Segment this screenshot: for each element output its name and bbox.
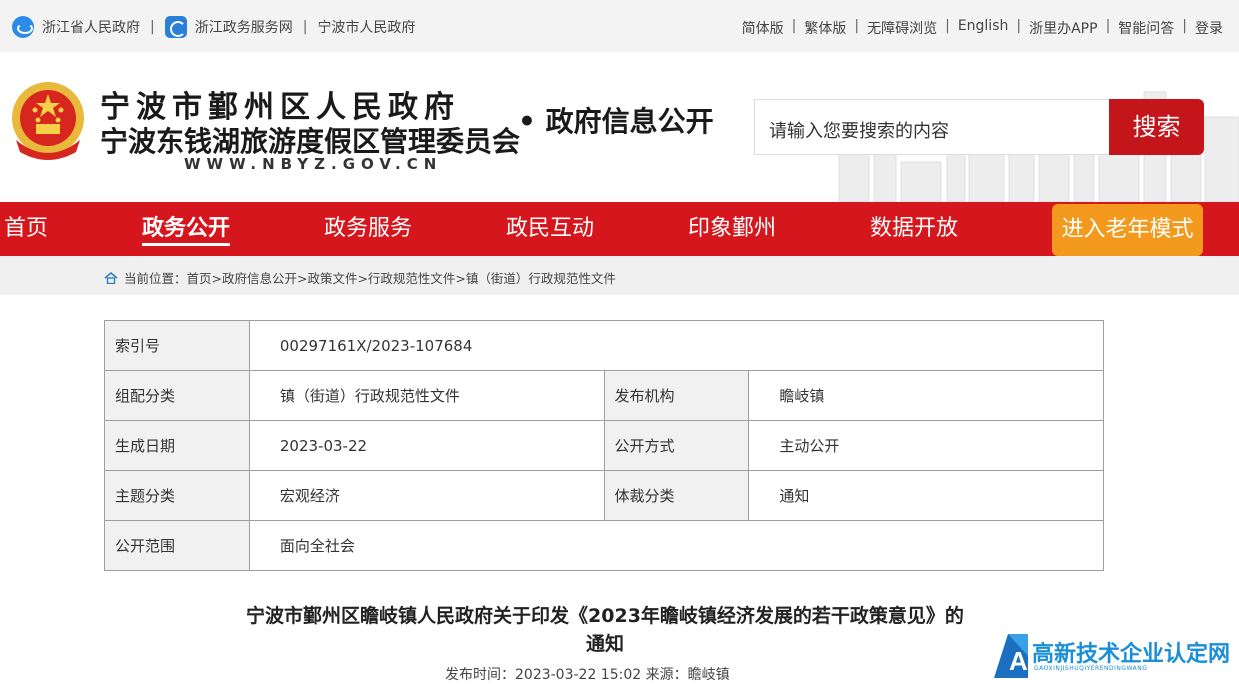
link-qa[interactable]: 智能问答 xyxy=(1118,18,1174,38)
category-value: 镇（街道）行政规范性文件 xyxy=(248,370,605,421)
elder-mode-button[interactable]: 进入老年模式 xyxy=(1052,204,1203,256)
nav-home[interactable]: 首页 xyxy=(4,202,48,256)
section-title: • 政府信息公开 xyxy=(518,105,714,138)
link-ningbo-gov[interactable]: 宁波市人民政府 xyxy=(317,17,415,37)
topic-label: 主题分类 xyxy=(104,470,250,521)
search-button[interactable]: 搜索 xyxy=(1109,99,1204,155)
table-row: 公开范围 面向全社会 xyxy=(104,520,1105,571)
link-login[interactable]: 登录 xyxy=(1195,18,1223,38)
svg-text:A: A xyxy=(1009,646,1028,676)
scope-label: 公开范围 xyxy=(104,520,250,571)
nav-open-data[interactable]: 数据开放 xyxy=(870,202,958,256)
table-row: 索引号 00297161X/2023-107684 xyxy=(104,320,1105,371)
issuer-label: 发布机构 xyxy=(603,370,750,421)
separator: | xyxy=(1016,18,1022,34)
link-simplified[interactable]: 简体版 xyxy=(742,18,784,38)
document-meta: 发布时间：2023-03-22 15:02 来源：瞻岐镇 xyxy=(445,667,730,683)
disclosure-label: 公开方式 xyxy=(603,420,750,471)
table-row: 主题分类 宏观经济 体裁分类 通知 xyxy=(104,470,1104,521)
genre-value: 通知 xyxy=(748,470,1104,521)
separator: | xyxy=(791,18,797,34)
top-bar: 浙江省人民政府 | 浙江政务服务网 | 宁波市人民政府 简体版 | 繁体版 | … xyxy=(0,0,1239,52)
date-value: 2023-03-22 xyxy=(248,420,605,471)
breadcrumb-prefix: 当前位置： xyxy=(124,271,187,286)
zhejiang-service-icon xyxy=(164,16,187,38)
link-zhejiang-service[interactable]: 浙江政务服务网 xyxy=(164,16,293,38)
topic-value: 宏观经济 xyxy=(248,470,605,521)
link-traditional[interactable]: 繁体版 xyxy=(804,18,846,38)
separator: | xyxy=(150,19,155,35)
top-left-links: 浙江省人民政府 | 浙江政务服务网 | 宁波市人民政府 xyxy=(12,16,415,38)
table-row: 组配分类 镇（街道）行政规范性文件 发布机构 瞻岐镇 xyxy=(104,370,1104,421)
table-row: 生成日期 2023-03-22 公开方式 主动公开 xyxy=(104,420,1104,471)
site-url: WWW.NBYZ.GOV.CN xyxy=(184,155,443,173)
document-title-line2: 通知 xyxy=(585,633,624,655)
category-label: 组配分类 xyxy=(104,370,250,421)
home-icon xyxy=(104,271,118,284)
breadcrumb-path[interactable]: 首页>政府信息公开>政策文件>行政规范性文件>镇（街道）行政规范性文件 xyxy=(187,268,616,287)
breadcrumb: 当前位置： 首页>政府信息公开>政策文件>行政规范性文件>镇（街道）行政规范性文… xyxy=(0,256,1239,295)
watermark-subtext: GAOXINJISHUQIYERENDINGWANG xyxy=(1034,665,1148,672)
link-zhejiang-gov[interactable]: 浙江省人民政府 xyxy=(12,16,140,38)
link-accessibility[interactable]: 无障碍浏览 xyxy=(867,18,937,38)
document-title-line1: 宁波市鄞州区瞻岐镇人民政府关于印发《2023年瞻岐镇经济发展的若干政策意见》的 xyxy=(246,605,964,627)
info-table: 索引号 00297161X/2023-107684 组配分类 镇（街道）行政规范… xyxy=(104,320,1105,571)
separator: | xyxy=(1182,18,1187,34)
national-emblem-icon xyxy=(12,82,84,160)
main-nav: 首页 政务公开 政务服务 政民互动 印象鄞州 数据开放 进入老年模式 xyxy=(0,202,1239,256)
link-label: 浙江省人民政府 xyxy=(42,20,140,36)
separator: | xyxy=(854,18,860,34)
genre-label: 体裁分类 xyxy=(603,470,750,521)
link-label: 浙江政务服务网 xyxy=(194,20,293,36)
disclosure-value: 主动公开 xyxy=(748,420,1104,471)
document-title: 宁波市鄞州区瞻岐镇人民政府关于印发《2023年瞻岐镇经济发展的若干政策意见》的 … xyxy=(200,602,1010,658)
scope-value: 面向全社会 xyxy=(248,520,1105,571)
date-label: 生成日期 xyxy=(104,420,250,471)
index-label: 索引号 xyxy=(104,320,250,371)
nav-interaction[interactable]: 政民互动 xyxy=(506,202,594,256)
zhejiang-gov-icon xyxy=(12,16,34,38)
link-label: 宁波市人民政府 xyxy=(317,20,416,36)
search-input[interactable]: 请输入您要搜索的内容 xyxy=(754,99,1110,155)
separator: | xyxy=(302,19,308,35)
site-title-line2: 宁波东钱湖旅游度假区管理委员会 xyxy=(100,125,521,158)
nav-gov-services[interactable]: 政务服务 xyxy=(324,202,412,256)
top-right-links: 简体版 | 繁体版 | 无障碍浏览 | English | 浙里办APP | 智… xyxy=(742,18,1223,38)
link-app[interactable]: 浙里办APP xyxy=(1029,18,1097,38)
link-english[interactable]: English xyxy=(958,18,1009,38)
nav-gov-affairs[interactable]: 政务公开 xyxy=(142,202,231,256)
nav-impression[interactable]: 印象鄞州 xyxy=(688,202,776,256)
separator: | xyxy=(1105,18,1111,34)
index-value: 00297161X/2023-107684 xyxy=(248,320,1105,371)
watermark-text: 高新技术企业认定网 xyxy=(1032,642,1231,667)
issuer-value: 瞻岐镇 xyxy=(748,370,1104,421)
separator: | xyxy=(945,18,950,34)
